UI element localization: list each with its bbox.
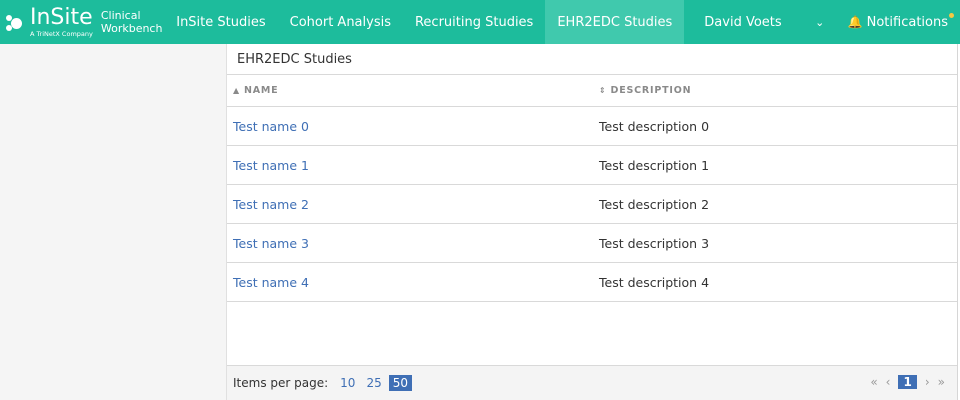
page-size-25[interactable]: 25 [362, 375, 385, 391]
sort-asc-icon: ▲ [233, 86, 240, 95]
table-row: Test name 3 Test description 3 [227, 224, 957, 263]
logo-subtitle: A TriNetX Company [30, 29, 93, 38]
bell-icon: 🔔 [847, 15, 863, 29]
main-content: EHR2EDC Studies ▲ NAME ⇕ DESCRIPTION Tes… [227, 44, 958, 400]
study-description: Test description 4 [599, 274, 710, 290]
pagination: « ‹ 1 › » [866, 375, 949, 389]
nav-recruiting-studies[interactable]: Recruiting Studies [403, 0, 545, 44]
notification-dot [949, 13, 954, 18]
logo-text: InSite A TriNetX Company [30, 4, 93, 38]
study-description: Test description 3 [599, 235, 710, 251]
main-nav: InSite Studies Cohort Analysis Recruitin… [164, 0, 960, 44]
nav-insite-studies[interactable]: InSite Studies [164, 0, 277, 44]
notifications-button[interactable]: 🔔 Notifications [838, 0, 960, 44]
product-name-line1: Clinical [100, 9, 141, 22]
column-header-description-label: DESCRIPTION [610, 85, 692, 96]
study-name-link[interactable]: Test name 0 [227, 119, 599, 134]
nav-ehr2edc-studies[interactable]: EHR2EDC Studies [545, 0, 685, 44]
chevron-down-icon[interactable]: ⌄ [802, 0, 838, 44]
last-page-icon[interactable]: » [938, 375, 945, 389]
sort-icon: ⇕ [599, 86, 607, 95]
first-page-icon[interactable]: « [870, 375, 877, 389]
logo[interactable]: InSite A TriNetX Company Clinical Workbe… [0, 0, 164, 44]
items-per-page-label: Items per page: [233, 376, 329, 390]
study-name-link[interactable]: Test name 3 [227, 236, 599, 251]
logo-mark-icon [6, 11, 28, 33]
top-navbar: InSite A TriNetX Company Clinical Workbe… [0, 0, 960, 44]
study-description: Test description 2 [599, 196, 710, 212]
table-row: Test name 2 Test description 2 [227, 185, 957, 224]
table-footer: Items per page: 10 25 50 « ‹ 1 › » [227, 365, 957, 400]
column-header-name-label: NAME [243, 85, 279, 96]
current-page[interactable]: 1 [898, 375, 917, 389]
page-title: EHR2EDC Studies [227, 44, 957, 75]
column-header-name[interactable]: ▲ NAME [227, 85, 599, 96]
table-header: ▲ NAME ⇕ DESCRIPTION [227, 75, 957, 107]
prev-page-icon[interactable]: ‹ [886, 375, 891, 389]
product-name-line2: Workbench [100, 22, 163, 35]
study-description: Test description 0 [599, 118, 710, 134]
page-size-50[interactable]: 50 [388, 375, 412, 391]
sidebar [0, 44, 227, 400]
user-menu[interactable]: David Voets [684, 0, 801, 44]
study-name-link[interactable]: Test name 4 [227, 275, 599, 290]
study-name-link[interactable]: Test name 1 [227, 158, 599, 173]
study-name-link[interactable]: Test name 2 [227, 197, 599, 212]
column-header-description[interactable]: ⇕ DESCRIPTION [599, 85, 691, 96]
next-page-icon[interactable]: › [925, 375, 930, 389]
table-row: Test name 1 Test description 1 [227, 146, 957, 185]
table-row: Test name 4 Test description 4 [227, 263, 957, 302]
page-size-10[interactable]: 10 [336, 375, 359, 391]
study-description: Test description 1 [599, 157, 710, 173]
product-name: Clinical Workbench [101, 9, 163, 35]
table-row: Test name 0 Test description 0 [227, 107, 957, 146]
notifications-label: Notifications [866, 14, 948, 30]
nav-cohort-analysis[interactable]: Cohort Analysis [278, 0, 403, 44]
logo-name: InSite [30, 4, 93, 30]
